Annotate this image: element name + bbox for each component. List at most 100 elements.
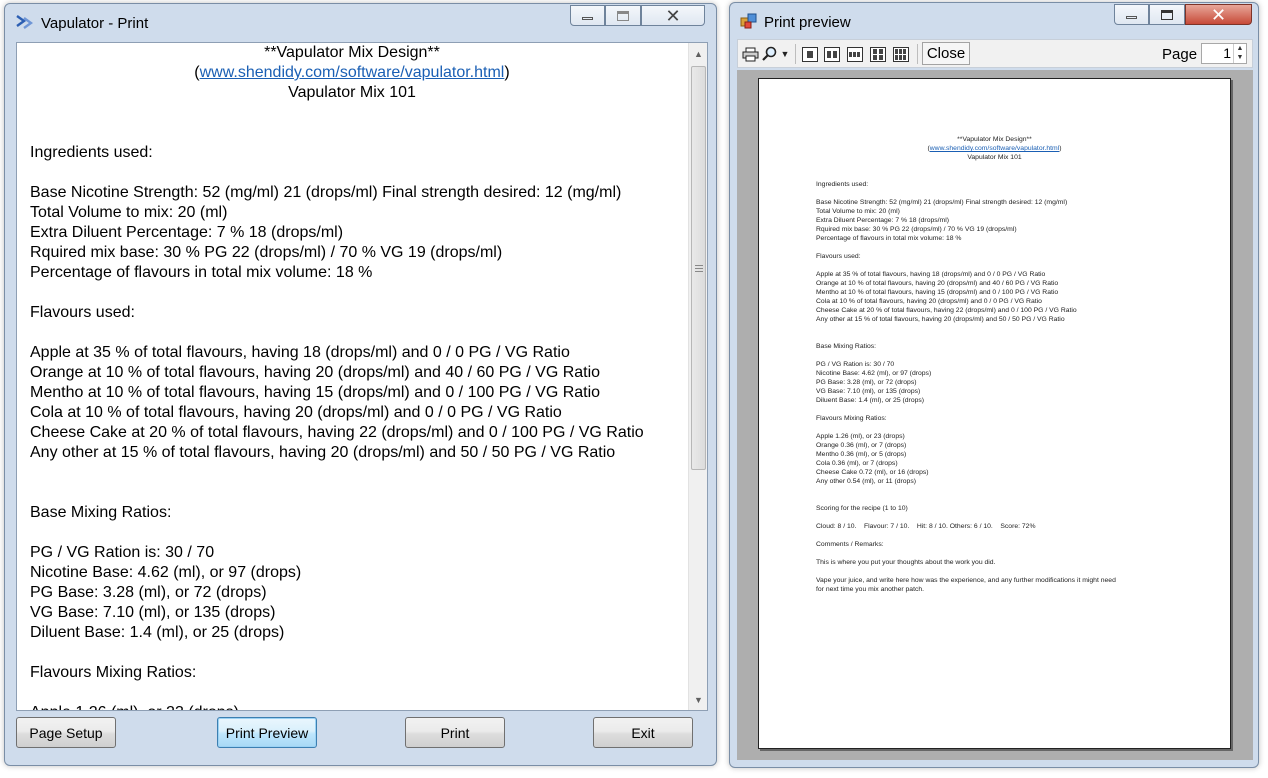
page-title: **Vapulator Mix Design** (957, 136, 1032, 143)
doc-body: Ingredients used: Base Nicotine Strength:… (17, 103, 687, 710)
preview-area[interactable]: **Vapulator Mix Design** (www.shendidy.c… (737, 70, 1253, 760)
minimize-icon (1126, 16, 1137, 19)
page-text-line: Vape your juice, and write here how was … (816, 577, 1116, 584)
page-text-line: Apple 1.26 (ml), or 23 (drops) (816, 433, 905, 440)
zoom-icon[interactable] (761, 46, 779, 62)
page-text-line: Extra Diluent Percentage: 7 % 18 (drops/… (816, 217, 949, 224)
doc-text-line (17, 323, 687, 343)
page-link-line: (www.shendidy.com/software/vapulator.htm… (759, 144, 1230, 153)
spin-up-icon[interactable]: ▲ (1234, 44, 1246, 53)
page-mix-name: Vapulator Mix 101 (967, 154, 1022, 161)
page-text-line: for next time you mix another patch. (816, 586, 925, 593)
page-text-line: Any other 0.54 (ml), or 11 (drops) (816, 478, 916, 485)
doc-text-line (17, 683, 687, 703)
doc-text-line: Extra Diluent Percentage: 7 % 18 (drops/… (30, 224, 344, 241)
doc-link-line: (www.shendidy.com/software/vapulator.htm… (17, 63, 687, 83)
page-text-line: Mentho 0.36 (ml), or 5 (drops) (816, 451, 907, 458)
doc-text-line: Apple 1.26 (ml), or 23 (drops) (17, 703, 687, 710)
one-page-icon[interactable] (802, 47, 818, 62)
page-text-line: Mentho at 10 % of total flavours, having… (816, 289, 1059, 296)
doc-title: **Vapulator Mix Design** (264, 44, 440, 61)
preview-window: Print preview ✕ ▼ Close Page 1 ▲ ▼ **Vap… (729, 2, 1259, 768)
page-text-line: Total Volume to mix: 20 (ml) (816, 208, 900, 215)
page-link: www.shendidy.com/software/vapulator.html (929, 145, 1060, 152)
doc-text-line: Flavours Mixing Ratios: (30, 664, 197, 681)
page-top-margin (759, 79, 1230, 135)
preview-close-button[interactable]: Close (922, 42, 970, 65)
maximize-button[interactable] (605, 5, 641, 26)
doc-text-line: Cheese Cake at 20 % of total flavours, h… (30, 424, 644, 441)
page-text-line (759, 567, 1230, 576)
four-pages-icon[interactable] (870, 47, 886, 62)
website-link[interactable]: www.shendidy.com/software/vapulator.html (200, 64, 505, 81)
page-text-line: This is where you put your thoughts abou… (816, 559, 996, 566)
preview-page: **Vapulator Mix Design** (www.shendidy.c… (758, 78, 1231, 749)
preview-maximize-button[interactable] (1149, 4, 1185, 25)
page-spinner[interactable]: ▲ ▼ (1233, 44, 1246, 63)
scroll-up-icon[interactable]: ▲ (689, 46, 707, 63)
doc-text-line: Flavours used: (30, 304, 135, 321)
two-pages-icon[interactable] (824, 47, 840, 62)
minimize-button[interactable] (570, 5, 605, 26)
page-text-line: Nicotine Base: 4.62 (ml), or 97 (drops) (816, 370, 932, 377)
page-text-line: Apple at 35 % of total flavours, having … (816, 271, 1046, 278)
doc-text-line: Ingredients used: (30, 144, 153, 161)
zoom-dropdown-icon[interactable]: ▼ (780, 46, 790, 62)
print-preview-button[interactable]: Print Preview (217, 717, 317, 748)
toolbar-separator (917, 44, 918, 64)
page-text-line: Any other at 15 % of total flavours, hav… (816, 316, 1065, 323)
doc-text-line: Nicotine Base: 4.62 (ml), or 97 (drops) (30, 564, 302, 581)
page-text-line (759, 486, 1230, 495)
page-text-line: Comments / Remarks: (816, 541, 884, 548)
page-text-line: Percentage of flavours in total mix volu… (816, 235, 962, 242)
page-text-line (759, 261, 1230, 270)
exit-button[interactable]: Exit (593, 717, 693, 748)
page-number-value: 1 (1223, 45, 1231, 61)
doc-text-line: Total Volume to mix: 20 (ml) (30, 204, 228, 221)
scroll-down-icon[interactable]: ▼ (689, 692, 707, 709)
doc-text-line: Mentho at 10 % of total flavours, having… (30, 384, 601, 401)
print-window-titlebar[interactable]: Vapulator - Print ✕ (5, 4, 716, 40)
page-text-line: PG / VG Ration is: 30 / 70 (816, 361, 895, 368)
page-text-line: Scoring for the recipe (1 to 10) (816, 505, 908, 512)
scroll-thumb[interactable] (691, 66, 706, 470)
spin-down-icon[interactable]: ▼ (1234, 53, 1246, 62)
page-text-line (759, 549, 1230, 558)
doc-text-line: PG / VG Ration is: 30 / 70 (30, 544, 215, 561)
vertical-scrollbar[interactable]: ▲ ▼ (688, 43, 707, 710)
preview-window-title: Print preview (764, 14, 851, 31)
doc-text-line (17, 123, 687, 143)
page-number-input[interactable]: 1 ▲ ▼ (1201, 43, 1247, 64)
doc-text-line: Base Mixing Ratios: (30, 504, 172, 521)
minimize-icon (582, 17, 593, 20)
page-text-line (759, 333, 1230, 342)
doc-text-line: Percentage of flavours in total mix volu… (30, 264, 373, 281)
preview-minimize-button[interactable] (1114, 4, 1149, 25)
close-window-button[interactable]: ✕ (641, 5, 705, 26)
doc-text-line: Orange at 10 % of total flavours, having… (30, 364, 601, 381)
page-body: Ingredients used: Base Nicotine Strength:… (759, 162, 1230, 594)
window-title: Vapulator - Print (41, 15, 149, 32)
six-pages-icon[interactable] (893, 47, 909, 62)
grip-icon (695, 265, 703, 272)
page-text-line: Flavours used: (816, 253, 861, 260)
page-setup-button[interactable]: Page Setup (16, 717, 116, 748)
page-text-line (759, 531, 1230, 540)
preview-close-window-button[interactable]: ✕ (1185, 4, 1252, 25)
print-button[interactable]: Print (405, 717, 505, 748)
page-text-line (759, 171, 1230, 180)
page-text-line (759, 405, 1230, 414)
page-text-line: Flavours Mixing Ratios: (816, 415, 887, 422)
page-text-line (759, 513, 1230, 522)
preview-window-titlebar[interactable]: Print preview ✕ (730, 3, 1258, 39)
print-icon[interactable] (741, 46, 759, 62)
three-pages-icon[interactable] (847, 47, 863, 62)
doc-text-line (17, 163, 687, 183)
page-text-line: Ingredients used: (816, 181, 869, 188)
page-text-line (759, 495, 1230, 504)
print-document-view[interactable]: **Vapulator Mix Design** (www.shendidy.c… (16, 42, 708, 711)
page-text-line: Base Mixing Ratios: (816, 343, 877, 350)
page-text-line: Diluent Base: 1.4 (ml), or 25 (drops) (816, 397, 925, 404)
page-text-line: Orange at 10 % of total flavours, having… (816, 280, 1059, 287)
page-text-line (759, 351, 1230, 360)
